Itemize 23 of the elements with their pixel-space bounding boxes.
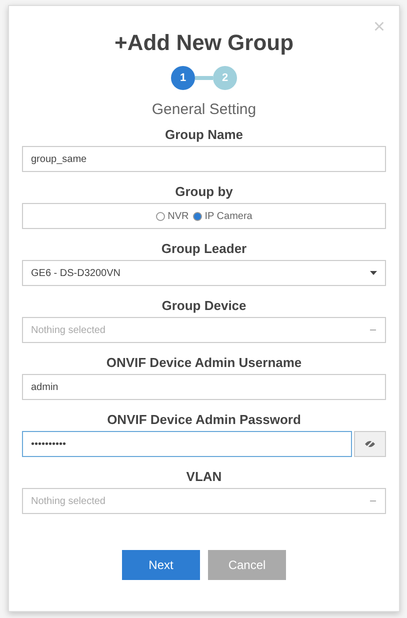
text-field[interactable]: group_same xyxy=(22,146,386,172)
field-label: ONVIF Device Admin Username xyxy=(106,354,302,372)
step-indicator[interactable]: 1 xyxy=(171,66,195,90)
field-label: Group by xyxy=(175,183,233,201)
eye-icon xyxy=(364,439,376,449)
next-button[interactable]: Next xyxy=(122,550,200,580)
field-label: VLAN xyxy=(186,468,222,486)
text-field[interactable]: admin xyxy=(22,374,386,400)
field-label: ONVIF Device Admin Password xyxy=(107,411,301,429)
select-field[interactable]: GE6 - DS-D3200VN xyxy=(22,260,386,286)
field-label: Group Name xyxy=(164,126,243,144)
radio-option[interactable]: IP Camera xyxy=(192,210,252,222)
select-field[interactable]: Nothing selected xyxy=(22,317,386,343)
radio-option[interactable]: NVR xyxy=(156,210,189,222)
select-field[interactable]: Nothing selected xyxy=(22,488,386,514)
password-field[interactable]: •••••••••• xyxy=(22,431,352,457)
field-label: Group Leader xyxy=(161,240,247,258)
visibility-toggle-button[interactable] xyxy=(354,431,386,457)
dialog-title: +Add New Group xyxy=(114,29,294,57)
field-label: Group Device xyxy=(162,297,246,315)
step-title: General Setting xyxy=(152,100,256,120)
cancel-button[interactable]: Cancel xyxy=(208,550,286,580)
step-connector xyxy=(195,76,213,80)
